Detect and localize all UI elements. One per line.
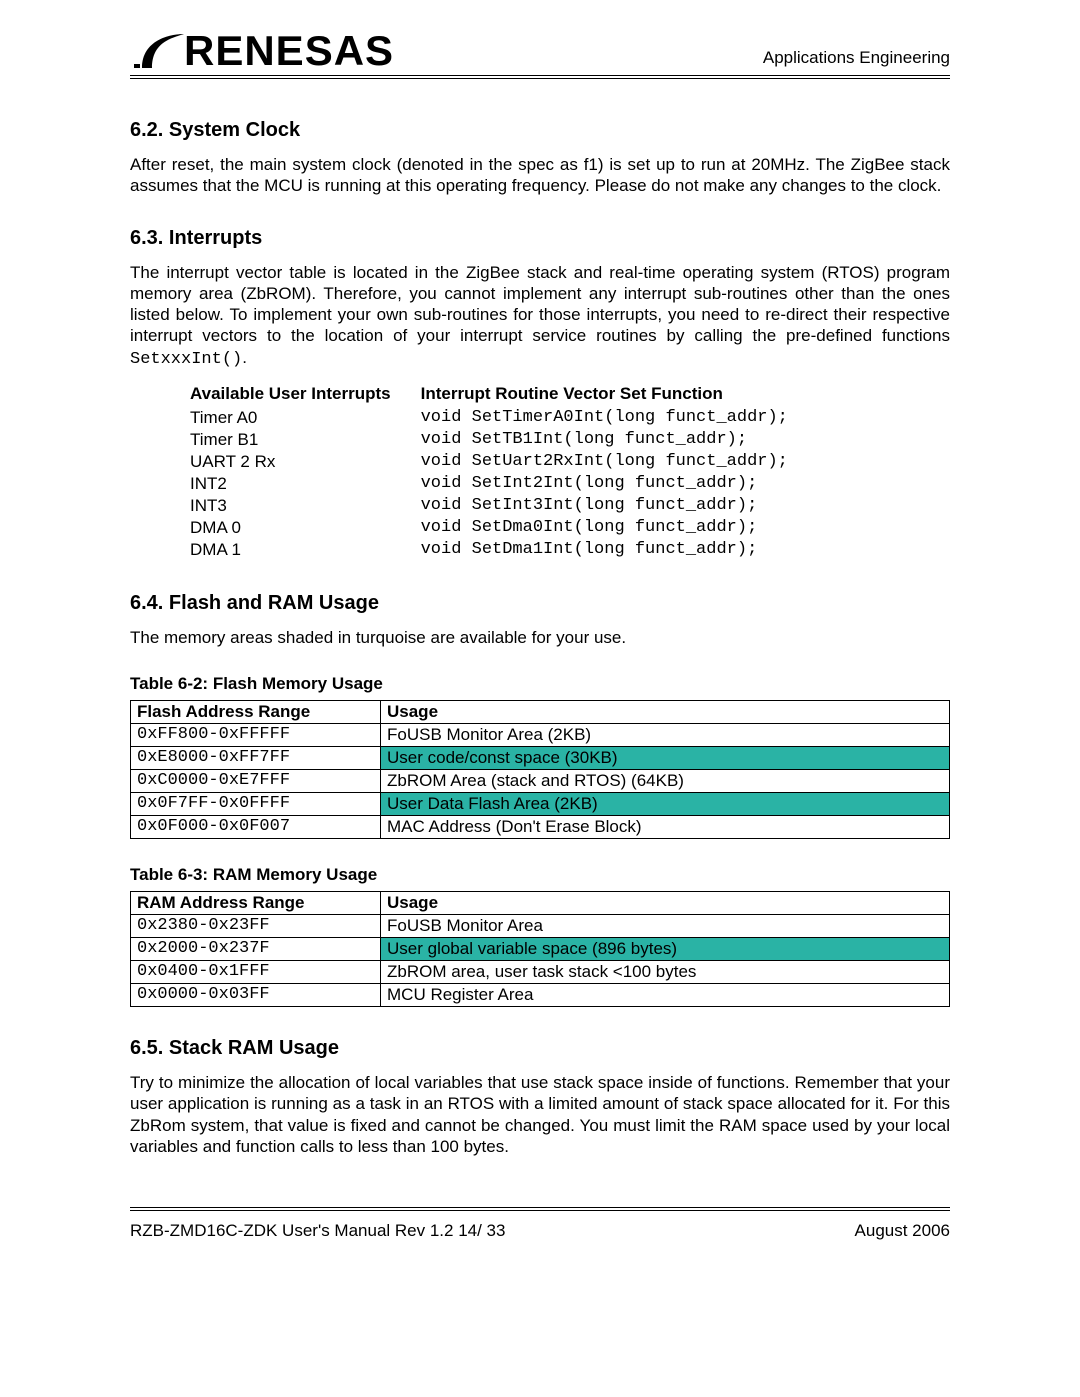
footer-right: August 2006 [855, 1221, 950, 1241]
flash-col2-header: Usage [381, 701, 950, 724]
interrupt-name: DMA 1 [190, 540, 421, 562]
para-6-3-pre: The interrupt vector table is located in… [130, 263, 950, 346]
interrupt-name: Timer A0 [190, 408, 421, 430]
interrupt-row: INT2void SetInt2Int(long funct_addr); [190, 474, 818, 496]
para-6-2: After reset, the main system clock (deno… [130, 154, 950, 197]
interrupt-row: UART 2 Rxvoid SetUart2RxInt(long funct_a… [190, 452, 818, 474]
address-range: 0x0F7FF-0x0FFFF [131, 793, 381, 816]
ram-memory-table: RAM Address Range Usage 0x2380-0x23FFFoU… [130, 891, 950, 1007]
table-row: 0xFF800-0xFFFFFFoUSB Monitor Area (2KB) [131, 724, 950, 747]
address-range: 0x0400-0x1FFF [131, 961, 381, 984]
address-range: 0xE8000-0xFF7FF [131, 747, 381, 770]
interrupts-col2-header: Interrupt Routine Vector Set Function [421, 384, 818, 408]
interrupt-fn: void SetUart2RxInt(long funct_addr); [421, 452, 818, 474]
table-row: 0xE8000-0xFF7FFUser code/const space (30… [131, 747, 950, 770]
address-range: 0x2380-0x23FF [131, 915, 381, 938]
page-header: RENESAS Applications Engineering [130, 28, 950, 79]
table-row: 0x2380-0x23FFFoUSB Monitor Area [131, 915, 950, 938]
interrupt-fn: void SetInt3Int(long funct_addr); [421, 496, 818, 518]
usage-cell: MCU Register Area [381, 984, 950, 1007]
heading-6-3: 6.3. Interrupts [130, 227, 950, 250]
address-range: 0x0000-0x03FF [131, 984, 381, 1007]
interrupts-table: Available User Interrupts Interrupt Rout… [190, 384, 818, 562]
interrupt-fn: void SetTimerA0Int(long funct_addr); [421, 408, 818, 430]
interrupt-row: DMA 0void SetDma0Int(long funct_addr); [190, 518, 818, 540]
table-row: 0x0000-0x03FFMCU Register Area [131, 984, 950, 1007]
para-6-3-post: . [242, 348, 247, 367]
heading-6-5: 6.5. Stack RAM Usage [130, 1037, 950, 1060]
ram-col1-header: RAM Address Range [131, 892, 381, 915]
interrupt-row: DMA 1void SetDma1Int(long funct_addr); [190, 540, 818, 562]
usage-cell: ZbROM Area (stack and RTOS) (64KB) [381, 770, 950, 793]
table-row: 0x0400-0x1FFFZbROM area, user task stack… [131, 961, 950, 984]
footer-left: RZB-ZMD16C-ZDK User's Manual Rev 1.2 14/… [130, 1221, 505, 1241]
interrupt-name: DMA 0 [190, 518, 421, 540]
renesas-logo: RENESAS [130, 28, 394, 72]
usage-cell: MAC Address (Don't Erase Block) [381, 816, 950, 839]
para-6-3: The interrupt vector table is located in… [130, 262, 950, 370]
interrupt-row: Timer B1void SetTB1Int(long funct_addr); [190, 430, 818, 452]
address-range: 0x0F000-0x0F007 [131, 816, 381, 839]
interrupt-name: INT2 [190, 474, 421, 496]
para-6-4: The memory areas shaded in turquoise are… [130, 627, 950, 648]
flash-table-caption: Table 6-2: Flash Memory Usage [130, 674, 950, 694]
para-6-3-code: SetxxxInt() [130, 350, 242, 369]
header-right-text: Applications Engineering [763, 48, 950, 72]
table-row: 0x0F000-0x0F007MAC Address (Don't Erase … [131, 816, 950, 839]
document-page: RENESAS Applications Engineering 6.2. Sy… [0, 0, 1080, 1301]
usage-cell: ZbROM area, user task stack <100 bytes [381, 961, 950, 984]
interrupt-fn: void SetDma0Int(long funct_addr); [421, 518, 818, 540]
table-row: 0x0F7FF-0x0FFFFUser Data Flash Area (2KB… [131, 793, 950, 816]
interrupt-row: Timer A0void SetTimerA0Int(long funct_ad… [190, 408, 818, 430]
page-footer: RZB-ZMD16C-ZDK User's Manual Rev 1.2 14/… [130, 1221, 950, 1241]
interrupt-fn: void SetDma1Int(long funct_addr); [421, 540, 818, 562]
ram-table-caption: Table 6-3: RAM Memory Usage [130, 865, 950, 885]
interrupts-col1-header: Available User Interrupts [190, 384, 421, 408]
renesas-swoosh-icon [130, 28, 186, 72]
interrupt-row: INT3void SetInt3Int(long funct_addr); [190, 496, 818, 518]
usage-cell: User Data Flash Area (2KB) [381, 793, 950, 816]
table-row: 0x2000-0x237FUser global variable space … [131, 938, 950, 961]
flash-memory-table: Flash Address Range Usage 0xFF800-0xFFFF… [130, 700, 950, 839]
address-range: 0x2000-0x237F [131, 938, 381, 961]
usage-cell: User global variable space (896 bytes) [381, 938, 950, 961]
address-range: 0xFF800-0xFFFFF [131, 724, 381, 747]
table-row: 0xC0000-0xE7FFFZbROM Area (stack and RTO… [131, 770, 950, 793]
usage-cell: FoUSB Monitor Area [381, 915, 950, 938]
footer-rule [130, 1207, 950, 1211]
usage-cell: User code/const space (30KB) [381, 747, 950, 770]
interrupt-name: Timer B1 [190, 430, 421, 452]
logo-text: RENESAS [184, 30, 394, 72]
interrupt-fn: void SetTB1Int(long funct_addr); [421, 430, 818, 452]
usage-cell: FoUSB Monitor Area (2KB) [381, 724, 950, 747]
flash-col1-header: Flash Address Range [131, 701, 381, 724]
ram-col2-header: Usage [381, 892, 950, 915]
interrupt-name: UART 2 Rx [190, 452, 421, 474]
address-range: 0xC0000-0xE7FFF [131, 770, 381, 793]
interrupt-name: INT3 [190, 496, 421, 518]
interrupt-fn: void SetInt2Int(long funct_addr); [421, 474, 818, 496]
para-6-5: Try to minimize the allocation of local … [130, 1072, 950, 1157]
heading-6-2: 6.2. System Clock [130, 119, 950, 142]
heading-6-4: 6.4. Flash and RAM Usage [130, 592, 950, 615]
